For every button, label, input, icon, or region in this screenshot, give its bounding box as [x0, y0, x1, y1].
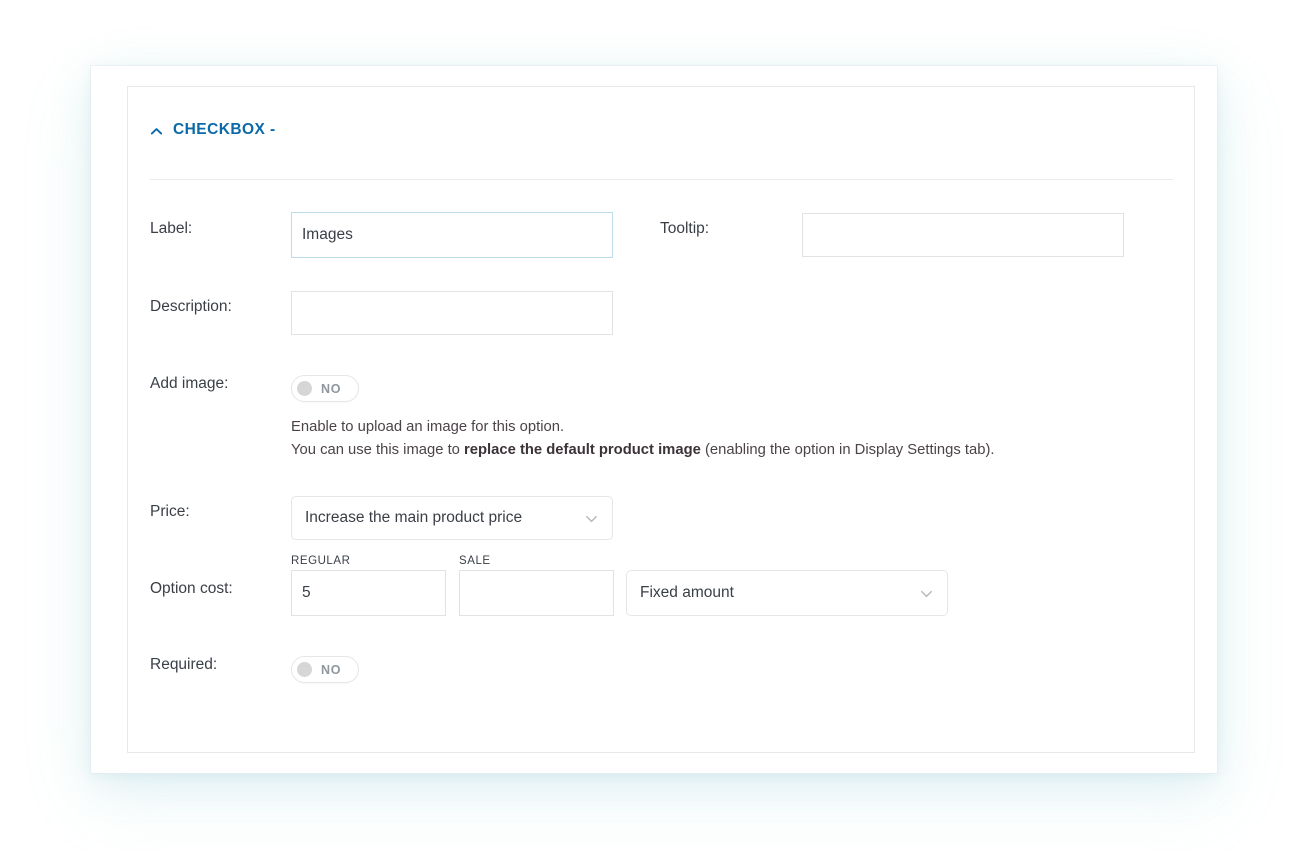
label-field-label: Label:	[150, 220, 193, 237]
description-field-label: Description:	[150, 298, 232, 315]
cost-type-select-value: Fixed amount	[640, 584, 734, 601]
price-select-value: Increase the main product price	[305, 509, 523, 526]
required-toggle[interactable]: NO	[291, 656, 359, 683]
regular-column-head: REGULAR	[291, 555, 351, 567]
label-input[interactable]	[291, 212, 613, 258]
price-field-label: Price:	[150, 503, 190, 520]
helper-text-pre: You can use this image to	[291, 442, 465, 458]
sale-column-head: SALE	[459, 555, 491, 567]
regular-cost-input-wrap	[291, 570, 446, 616]
add-image-toggle[interactable]: NO	[291, 375, 359, 402]
regular-cost-input[interactable]	[291, 570, 446, 616]
option-form: Label: Tooltip: Description: Add image: …	[128, 87, 1194, 752]
tooltip-input-wrap	[802, 213, 1124, 257]
outer-panel: CHECKBOX - Label: Tooltip: Description: …	[91, 66, 1217, 773]
sale-cost-input[interactable]	[459, 570, 614, 616]
cost-type-select[interactable]: Fixed amount	[626, 570, 948, 616]
required-toggle-state: NO	[321, 662, 342, 677]
toggle-knob-icon	[297, 662, 312, 677]
sale-cost-input-wrap	[459, 570, 614, 616]
option-cost-field-label: Option cost:	[150, 580, 233, 597]
tooltip-input[interactable]	[802, 213, 1124, 257]
chevron-down-icon[interactable]	[918, 585, 935, 602]
add-image-field-label: Add image:	[150, 375, 229, 392]
helper-text-bold: replace the default product image	[464, 442, 701, 458]
label-input-wrap	[291, 212, 613, 258]
required-field-label: Required:	[150, 656, 218, 673]
price-select[interactable]: Increase the main product price	[291, 496, 613, 540]
add-image-toggle-state: NO	[321, 381, 342, 396]
checkbox-option-card: CHECKBOX - Label: Tooltip: Description: …	[127, 86, 1195, 753]
helper-text-post: (enabling the option in Display Settings…	[700, 442, 995, 458]
add-image-helper-line-1: Enable to upload an image for this optio…	[291, 419, 565, 435]
description-input-wrap	[291, 291, 613, 335]
description-input[interactable]	[291, 291, 613, 335]
tooltip-field-label: Tooltip:	[660, 220, 710, 237]
add-image-helper-line-2: You can use this image to replace the de…	[291, 439, 995, 462]
chevron-down-icon[interactable]	[583, 510, 600, 527]
toggle-knob-icon	[297, 381, 312, 396]
